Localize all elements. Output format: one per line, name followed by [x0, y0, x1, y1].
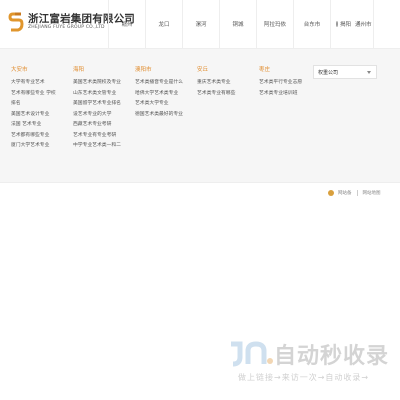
city-link[interactable]: 艺术都有哪些专业 [11, 131, 56, 142]
city-link[interactable]: 美国留学艺术专业排名 [73, 99, 121, 110]
location-secondary: 通州市 [355, 22, 372, 28]
nav-item-1[interactable]: 赣州 [108, 0, 145, 48]
nav-item-4[interactable]: 铜城 [219, 0, 256, 48]
chevron-down-icon [367, 71, 371, 74]
company-select[interactable]: 权重公司 [313, 65, 377, 79]
record-link[interactable]: 网站备 [338, 190, 352, 196]
city-link[interactable]: 中学专业艺术类一和二 [73, 141, 121, 152]
city-link[interactable]: 艺术类播音专业是什么 [135, 78, 183, 89]
footer-divider [0, 182, 400, 183]
city-column-title[interactable]: 枣庄 [259, 65, 302, 73]
city-link[interactable]: 艺术类平行专业志愿 [259, 78, 302, 89]
city-link[interactable]: 德国艺术类最好的专业 [135, 110, 183, 121]
city-column-title[interactable]: 大安市 [11, 65, 56, 73]
sitemap-link[interactable]: 网站地图 [363, 190, 381, 196]
city-link[interactable]: 美国艺术设计专业 [11, 110, 56, 121]
city-column-5: 枣庄 艺术类平行专业志愿 艺术类专业培训班 [259, 65, 302, 99]
watermark-title: 自动秒收录 [274, 344, 390, 369]
city-link[interactable]: 美国艺术类院校及专业 [73, 78, 121, 89]
company-select-value: 权重公司 [318, 69, 339, 76]
watermark-logo-icon [228, 341, 274, 367]
city-link[interactable]: 艺术类专业培训班 [259, 89, 302, 100]
city-link[interactable]: 哈佛大学艺术类专业 [135, 89, 183, 100]
nav-item-3[interactable]: 漯河 [182, 0, 219, 48]
top-nav: 赣州 龙口 漯河 铜城 阿拉玛依 台东市 揭阳 通州市 [108, 0, 374, 48]
nav-item-6[interactable]: 台东市 [293, 0, 330, 48]
city-column-title[interactable]: 安丘 [197, 65, 235, 73]
footer-separator [356, 190, 358, 196]
location-pin-icon [336, 21, 338, 27]
city-column-3: 澳阳市 艺术类播音专业是什么 哈佛大学艺术类专业 艺术类大学专业 德国艺术类最好… [135, 65, 183, 120]
watermark: 自动秒收录 做上链接→来访一次→自动收录→ [228, 338, 389, 383]
city-column-4: 安丘 重庆艺术类专业 艺术类专业有哪些 [197, 65, 235, 99]
site-header: 浙江富岩集团有限公司 ZHEJIANG FUYE GROUP CO.,LTD 赣… [0, 0, 400, 48]
brand-mark-icon [8, 12, 24, 32]
city-link[interactable]: 大学有专业艺术 [11, 78, 56, 89]
city-column-2: 海阳 美国艺术类院校及专业 山东艺术类文管专业 美国留学艺术专业排名 设艺术专业… [73, 65, 121, 152]
city-link[interactable]: 排名 [11, 99, 56, 110]
location-switcher[interactable]: 揭阳 通州市 [330, 0, 374, 48]
police-badge-icon [328, 190, 334, 196]
city-link[interactable]: 厦门大学艺术专业 [11, 141, 56, 152]
city-link[interactable]: 艺术专业有专业考研 [73, 131, 121, 142]
city-column-title[interactable]: 海阳 [73, 65, 121, 73]
city-link[interactable]: 设艺术专业的大学 [73, 110, 121, 121]
city-link[interactable]: 艺术类专业有哪些 [197, 89, 235, 100]
city-link[interactable]: 艺术类大学专业 [135, 99, 183, 110]
site-footer: 网站备 网站地图 [328, 190, 381, 196]
city-link[interactable]: 山东艺术类文管专业 [73, 89, 121, 100]
city-link[interactable]: 艺术有哪些专业 学校 [11, 89, 56, 100]
city-link[interactable]: 重庆艺术类专业 [197, 78, 235, 89]
city-link[interactable]: 西藏艺术专业考研 [73, 120, 121, 131]
city-column-1: 大安市 大学有专业艺术 艺术有哪些专业 学校 排名 美国艺术设计专业 法国 艺术… [11, 65, 56, 152]
watermark-subtitle: 做上链接→来访一次→自动收录→ [238, 373, 370, 382]
nav-item-5[interactable]: 阿拉玛依 [256, 0, 293, 48]
city-column-title[interactable]: 澳阳市 [135, 65, 183, 73]
location-primary: 揭阳 [340, 22, 352, 28]
city-link[interactable]: 法国 艺术专业 [11, 120, 56, 131]
nav-item-2[interactable]: 龙口 [145, 0, 182, 48]
